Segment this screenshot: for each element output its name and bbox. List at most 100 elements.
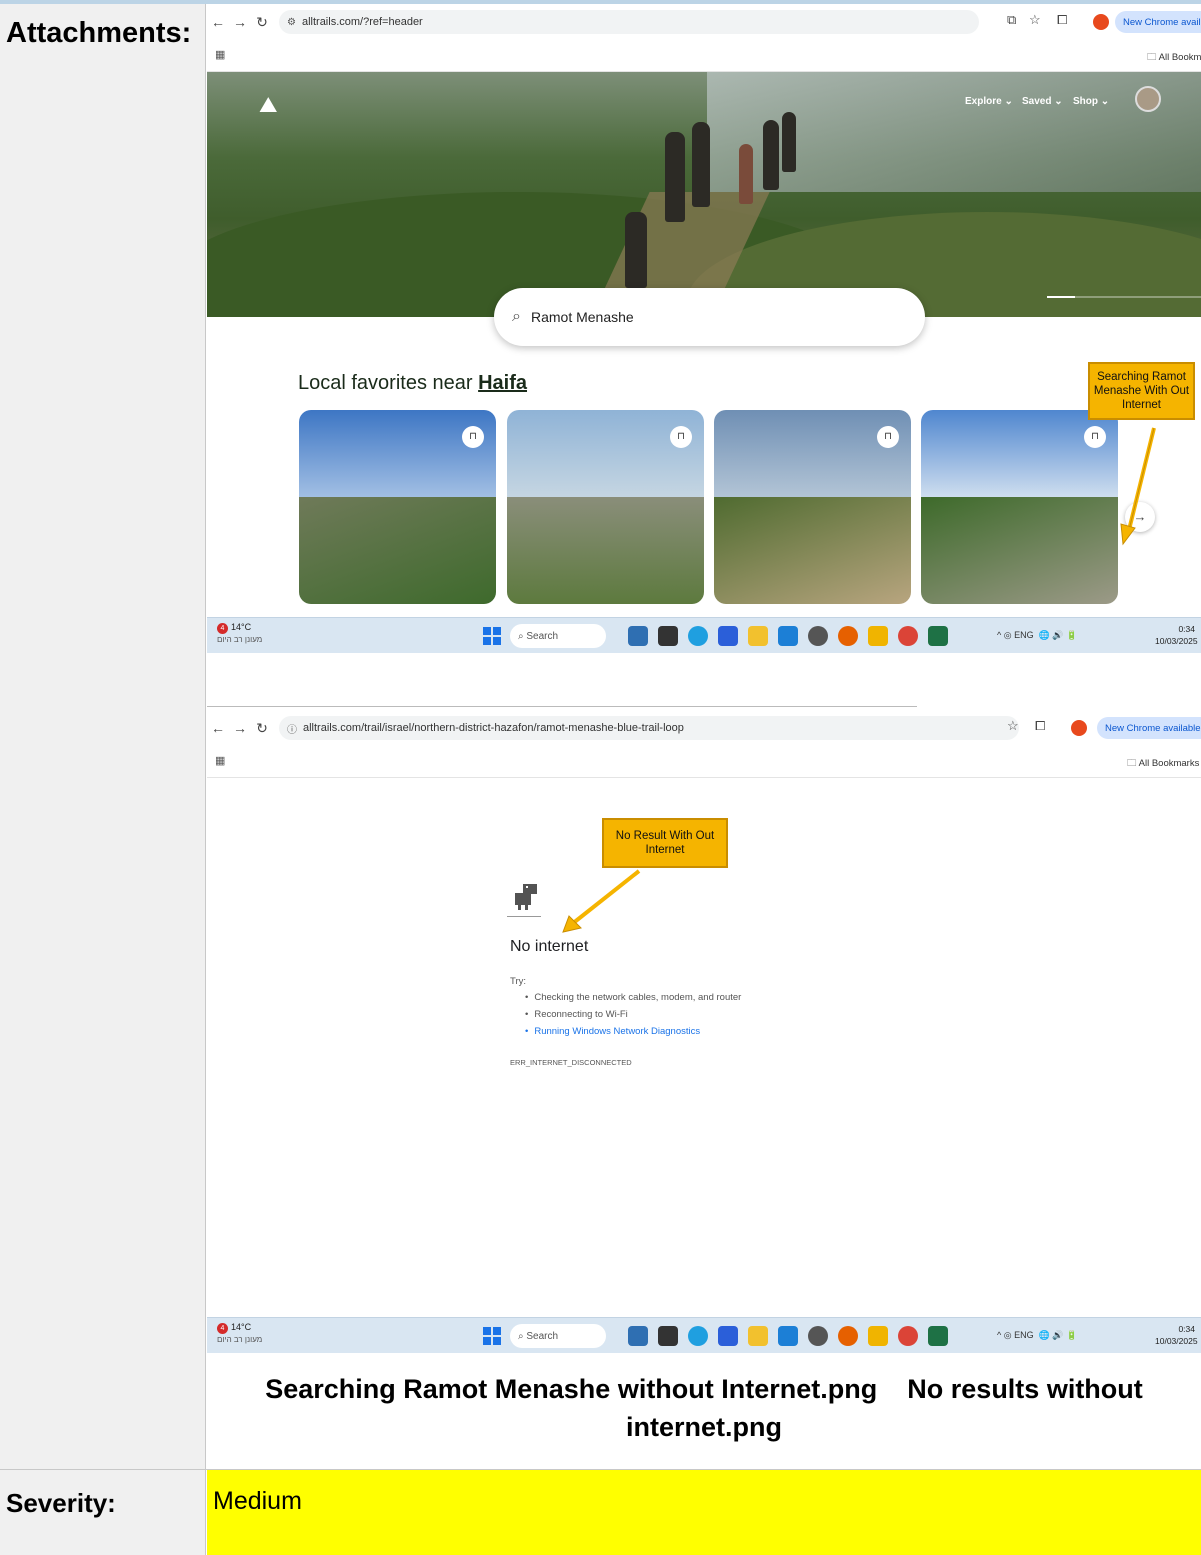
hiker-figure: [625, 212, 647, 288]
apps-grid-icon[interactable]: ▦: [215, 754, 225, 767]
trail-card[interactable]: ⊓: [714, 410, 911, 604]
pinned-apps: [628, 1326, 958, 1346]
bookmark-icon[interactable]: ⊓: [670, 426, 692, 448]
hiker-figure: [665, 132, 685, 222]
attachments-label: Attachments:: [6, 17, 192, 49]
chrome-update-button[interactable]: New Chrome available ⋮: [1097, 717, 1201, 739]
app-icon[interactable]: [658, 626, 678, 646]
app-icon[interactable]: [868, 626, 888, 646]
trail-card[interactable]: ⊓: [299, 410, 496, 604]
windows-start-icon[interactable]: [483, 627, 501, 645]
suggestions-list: Checking the network cables, modem, and …: [525, 992, 741, 1043]
weather-widget[interactable]: 4 14°C מעונן רב היום: [217, 622, 262, 645]
label-column: Attachments:: [0, 4, 206, 1555]
taskbar-search[interactable]: ⌕ Search: [510, 1324, 606, 1348]
cast-icon[interactable]: ⧉: [1007, 12, 1016, 28]
edge-icon[interactable]: [688, 1326, 708, 1346]
app-icon[interactable]: [628, 1326, 648, 1346]
hiker-figure: [763, 120, 779, 190]
star-icon[interactable]: ☆: [1007, 718, 1019, 734]
firefox-icon[interactable]: [838, 1326, 858, 1346]
back-icon[interactable]: ←: [207, 720, 229, 736]
app-icon[interactable]: [778, 1326, 798, 1346]
chrome-update-button[interactable]: New Chrome available: [1115, 11, 1201, 33]
forward-icon[interactable]: →: [229, 720, 251, 736]
extensions-icon[interactable]: ⧠: [1035, 718, 1045, 734]
app-icon[interactable]: [868, 1326, 888, 1346]
forward-icon[interactable]: →: [229, 14, 251, 30]
system-tray[interactable]: ^ ◎ ENG 🌐 🔊 🔋: [997, 630, 1077, 641]
store-icon[interactable]: [718, 626, 738, 646]
nav-explore[interactable]: Explore ⌄: [965, 96, 1013, 107]
screenshot-searching: ← → ↻ ⚙ alltrails.com/?ref=header ⧉ ☆ ⧠ …: [207, 4, 1201, 656]
extensions-icon[interactable]: ⧠: [1057, 12, 1067, 28]
apps-grid-icon[interactable]: ▦: [215, 48, 225, 61]
list-item: Checking the network cables, modem, and …: [525, 992, 741, 1003]
windows-start-icon[interactable]: [483, 1327, 501, 1345]
nav-saved[interactable]: Saved ⌄: [1022, 96, 1063, 107]
info-icon[interactable]: ⓘ: [287, 721, 297, 736]
bookmark-icon[interactable]: ⊓: [462, 426, 484, 448]
carousel-next-arrow-icon[interactable]: →: [1125, 502, 1155, 532]
diagnostics-link[interactable]: Running Windows Network Diagnostics: [525, 1026, 741, 1037]
nav-shop[interactable]: Shop ⌄: [1073, 96, 1109, 107]
address-bar[interactable]: ⓘ alltrails.com/trail/israel/northern-di…: [279, 716, 1019, 740]
excel-icon[interactable]: [928, 626, 948, 646]
trail-card[interactable]: ⊓: [921, 410, 1118, 604]
profile-icon[interactable]: [1071, 720, 1087, 736]
alltrails-logo-icon[interactable]: ⛰: [259, 92, 277, 118]
hiker-figure: [692, 122, 710, 207]
system-tray[interactable]: ^ ◎ ENG 🌐 🔊 🔋: [997, 1330, 1077, 1341]
profile-icon[interactable]: [1093, 14, 1109, 30]
clock[interactable]: 0:34 10/03/2025: [1155, 1323, 1198, 1347]
app-icon[interactable]: [628, 626, 648, 646]
hero-image: ⛰ Explore ⌄ Saved ⌄ Shop ⌄: [207, 72, 1201, 317]
folder-icon[interactable]: [748, 626, 768, 646]
pinned-apps: [628, 626, 958, 646]
all-bookmarks[interactable]: 🗀 All Bookmarks: [1127, 756, 1199, 772]
windows-taskbar: 4 14°C מעונן רב היום ⌕ Search ^ ◎ ENG 🌐 🔊…: [207, 617, 1201, 653]
bookmark-icon[interactable]: ⊓: [1084, 426, 1106, 448]
carousel-indicator: [1047, 296, 1201, 298]
annotation-callout: No Result With Out Internet: [602, 818, 728, 868]
excel-icon[interactable]: [928, 1326, 948, 1346]
trail-card[interactable]: ⊓: [507, 410, 704, 604]
severity-label: Severity:: [6, 1488, 116, 1518]
edge-icon[interactable]: [688, 626, 708, 646]
hiker-figure: [782, 112, 796, 172]
chrome-icon[interactable]: [898, 626, 918, 646]
weather-widget[interactable]: 4 14°C מעונן רב היום: [217, 1322, 262, 1345]
bookmarks-bar: ▦ 🗀 All Bookmarks: [207, 40, 1201, 72]
windows-taskbar: 4 14°C מעונן רב היום ⌕ Search ^ ◎ ENG 🌐 🔊…: [207, 1317, 1201, 1353]
site-settings-icon[interactable]: ⚙: [287, 17, 296, 28]
hiker-figure: [739, 144, 753, 204]
chatgpt-icon[interactable]: [808, 1326, 828, 1346]
search-input[interactable]: Ramot Menashe: [531, 309, 634, 325]
chrome-icon[interactable]: [898, 1326, 918, 1346]
store-icon[interactable]: [718, 1326, 738, 1346]
reload-icon[interactable]: ↻: [251, 720, 273, 737]
city-link[interactable]: Haifa: [478, 372, 527, 394]
severity-value: Medium: [213, 1487, 302, 1515]
url-text: alltrails.com/?ref=header: [301, 16, 423, 28]
back-icon[interactable]: ←: [207, 14, 229, 30]
user-avatar[interactable]: [1135, 86, 1161, 112]
reload-icon[interactable]: ↻: [251, 14, 273, 31]
offline-dino-icon: [515, 884, 537, 910]
app-icon[interactable]: [658, 1326, 678, 1346]
search-box[interactable]: ⌕ Ramot Menashe: [494, 288, 925, 346]
bookmark-icon[interactable]: ⊓: [877, 426, 899, 448]
app-icon[interactable]: [778, 626, 798, 646]
clock[interactable]: 0:34 10/03/2025: [1155, 623, 1198, 647]
address-bar[interactable]: ⚙ alltrails.com/?ref=header: [279, 10, 979, 34]
severity-cell: Medium: [207, 1470, 1201, 1555]
local-favorites-heading: Local favorites near Haifa: [298, 372, 528, 394]
star-icon[interactable]: ☆: [1029, 12, 1041, 28]
all-bookmarks[interactable]: 🗀 All Bookmarks: [1147, 50, 1201, 66]
firefox-icon[interactable]: [838, 626, 858, 646]
folder-icon[interactable]: [748, 1326, 768, 1346]
chatgpt-icon[interactable]: [808, 626, 828, 646]
taskbar-search[interactable]: ⌕ Search: [510, 624, 606, 648]
url-text: alltrails.com/trail/israel/northern-dist…: [303, 722, 684, 734]
weather-badge: 4: [217, 1323, 228, 1334]
